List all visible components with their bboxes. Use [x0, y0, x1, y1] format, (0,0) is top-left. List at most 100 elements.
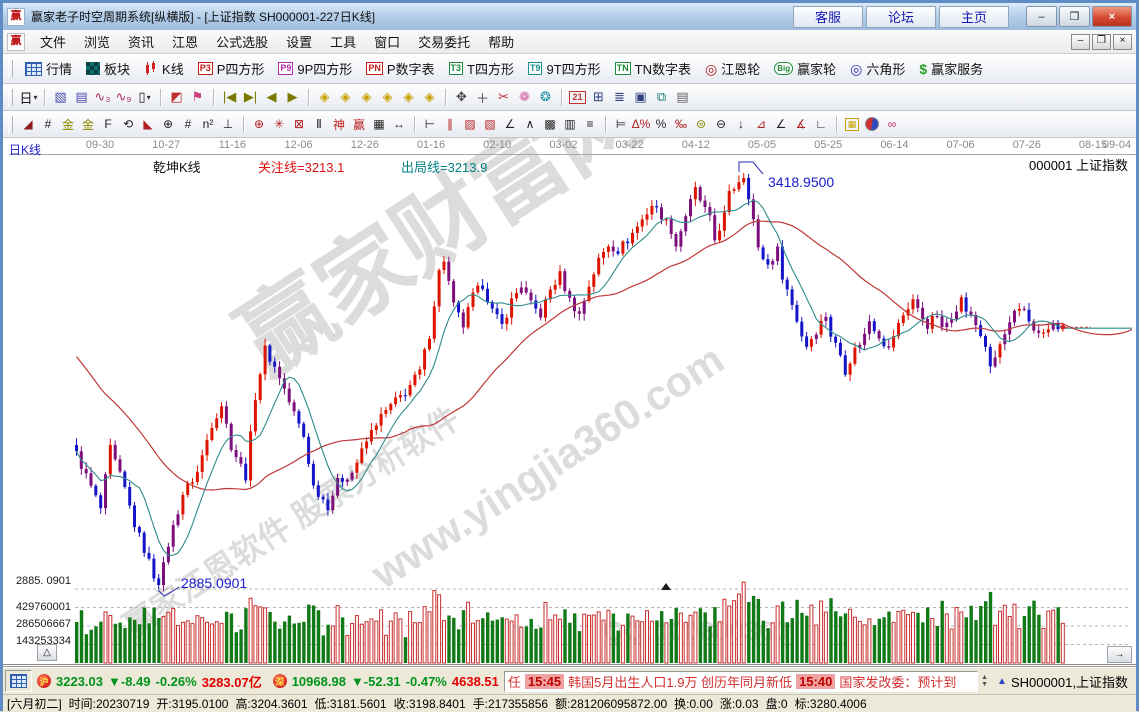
toolbar-item-T四方形[interactable]: T3 T四方形 — [442, 59, 521, 78]
menu-item-9[interactable]: 帮助 — [479, 30, 523, 53]
toolbar-item-TN数字表[interactable]: TN TN数字表 — [608, 59, 698, 78]
gold-circle-icon[interactable]: ⊜ — [691, 114, 711, 134]
time-circle-icon[interactable]: ⊕ — [158, 114, 178, 134]
gann-box-h-icon[interactable]: ◈ — [356, 87, 377, 107]
menu-item-7[interactable]: 窗口 — [365, 30, 409, 53]
mirror-line-icon[interactable]: ⊥ — [218, 114, 238, 134]
cycle-tool-icon[interactable]: ❂ — [535, 87, 556, 107]
menu-item-4[interactable]: 公式选股 — [207, 30, 277, 53]
draw-pen-icon[interactable]: ◢ — [18, 114, 38, 134]
dense-grid-icon[interactable]: ▩ — [540, 114, 560, 134]
notepad-tool-icon[interactable]: ≣ — [609, 87, 630, 107]
angle-pen-icon[interactable]: ◣ — [138, 114, 158, 134]
rays-icon[interactable]: ≡ — [580, 114, 600, 134]
zoom-window-icon[interactable]: ▧ — [50, 87, 71, 107]
calendar-tool-icon[interactable]: 21 — [567, 87, 588, 107]
mdi-close-button[interactable]: × — [1113, 33, 1132, 50]
titlebar-link-2[interactable]: 主页 — [939, 5, 1009, 28]
restore-button[interactable]: ❐ — [1059, 6, 1090, 27]
kline-svg[interactable] — [3, 138, 1136, 666]
crosshair-tool-icon[interactable]: ＋ — [472, 87, 493, 107]
candle-style-icon[interactable]: ▯ ▾ — [134, 87, 155, 107]
gann-box-all-icon[interactable]: ◈ — [419, 87, 440, 107]
zigzag-icon[interactable]: ∧ — [520, 114, 540, 134]
toolbar-item-赢家轮[interactable]: Big 赢家轮 — [767, 59, 843, 78]
page-prev-icon[interactable]: ◀ — [261, 87, 282, 107]
toolbar-item-六角形[interactable]: ◎ 六角形 — [843, 59, 912, 78]
menu-item-6[interactable]: 工具 — [321, 30, 365, 53]
mdi-restore-button[interactable]: ❐ — [1092, 33, 1111, 50]
tri-angle-icon[interactable]: ⊿ — [751, 114, 771, 134]
menu-item-1[interactable]: 浏览 — [75, 30, 119, 53]
fan-lines-red-icon[interactable]: ∥ — [440, 114, 460, 134]
gann-grid-icon[interactable]: # — [38, 114, 58, 134]
page-next-icon[interactable]: ▶ — [282, 87, 303, 107]
jump-first-icon[interactable]: |◀ — [219, 87, 240, 107]
square-n2-icon[interactable]: n² — [198, 114, 218, 134]
hand-tool-icon[interactable]: ✥ — [451, 87, 472, 107]
minimize-button[interactable]: – — [1026, 6, 1057, 27]
grid-yellow-icon[interactable]: ▦ — [842, 114, 862, 134]
calculator-tool-icon[interactable]: ⊞ — [588, 87, 609, 107]
price-grid-icon[interactable]: # — [178, 114, 198, 134]
shen-tool-icon[interactable]: 神 — [329, 114, 349, 134]
gann-box2-icon[interactable]: ⊠ — [289, 114, 309, 134]
gold-ratio-a-icon[interactable]: 金 — [58, 114, 78, 134]
infinity-icon[interactable]: ∞ — [882, 114, 902, 134]
angle-f-icon[interactable]: ∡ — [791, 114, 811, 134]
ying-tool-icon[interactable]: 赢 — [349, 114, 369, 134]
col-grid-icon[interactable]: ▥ — [560, 114, 580, 134]
minus-circle-icon[interactable]: ⊖ — [711, 114, 731, 134]
news-ticker[interactable]: 任 15:45 韩国5月出生人口1.9万 创历年同月新低 15:40 国家发改委：预计… — [503, 670, 979, 692]
angle-open-icon[interactable]: ∟ — [811, 114, 831, 134]
axis-tool-icon[interactable]: ⊢ — [420, 114, 440, 134]
color-flag-icon[interactable]: ⚑ — [187, 87, 208, 107]
brush-tool-icon[interactable]: ❁ — [514, 87, 535, 107]
percent-delta-icon[interactable]: Δ% — [631, 114, 651, 134]
slant-lines-icon[interactable]: ∠ — [500, 114, 520, 134]
erase-tool-icon[interactable]: ✂ — [493, 87, 514, 107]
levels-icon[interactable]: ⊨ — [611, 114, 631, 134]
gann-box-cross-icon[interactable]: ◈ — [398, 87, 419, 107]
titlebar-link-0[interactable]: 客服 — [793, 5, 863, 28]
wave-9-icon[interactable]: ∿₉ — [113, 87, 134, 107]
qiankun-kline-toggle-icon[interactable]: ◩ — [166, 87, 187, 107]
scroll-right-button[interactable]: → — [1107, 646, 1132, 663]
gann-star-icon[interactable]: ✳ — [269, 114, 289, 134]
shade-box-a-icon[interactable]: ▨ — [460, 114, 480, 134]
fibonacci-icon[interactable]: F — [98, 114, 118, 134]
triangle-tool-button[interactable]: △ — [37, 644, 57, 661]
ticker-scroll-spinner[interactable]: ▲ ▼ — [981, 674, 988, 688]
network-tool-icon[interactable]: ⧉ — [651, 87, 672, 107]
gann-target-icon[interactable]: ⊕ — [249, 114, 269, 134]
kline-period-day-icon[interactable]: 日 ▾ — [18, 87, 39, 107]
menu-item-3[interactable]: 江恩 — [163, 30, 207, 53]
menu-item-2[interactable]: 资讯 — [119, 30, 163, 53]
mdi-minimize-button[interactable]: – — [1071, 33, 1090, 50]
toolbar-item-K线[interactable]: K线 — [137, 59, 191, 78]
percent-icon[interactable]: % — [651, 114, 671, 134]
angle-j-icon[interactable]: ∠ — [771, 114, 791, 134]
menu-item-5[interactable]: 设置 — [277, 30, 321, 53]
close-button[interactable]: × — [1092, 6, 1132, 27]
spiral-icon[interactable]: ⟲ — [118, 114, 138, 134]
gold-ratio-b-icon[interactable]: 金 — [78, 114, 98, 134]
yinyang-icon[interactable] — [862, 114, 882, 134]
grid-123-icon[interactable]: ▦ — [369, 114, 389, 134]
kline-chart-area[interactable]: 赢家财富网 赢家江恩软件 股票分析软件 www.yingjia360.com Q… — [3, 138, 1136, 667]
wave-3-icon[interactable]: ∿₃ — [92, 87, 113, 107]
menu-item-0[interactable]: 文件 — [31, 30, 75, 53]
drop-line-icon[interactable]: ↓ — [731, 114, 751, 134]
print-tool-icon[interactable]: ▤ — [672, 87, 693, 107]
save-tool-icon[interactable]: ▣ — [630, 87, 651, 107]
toolbar-item-江恩轮[interactable]: ◎ 江恩轮 — [698, 59, 767, 78]
permille-icon[interactable]: ‰ — [671, 114, 691, 134]
toolbar-item-赢家服务[interactable]: $ 赢家服务 — [912, 59, 990, 78]
toolbar-item-9T四方形[interactable]: T9 9T四方形 — [521, 59, 608, 78]
quote-grid-button[interactable] — [5, 670, 32, 692]
gann-box-v-icon[interactable]: ◈ — [377, 87, 398, 107]
toolbar-item-板块[interactable]: 板块 — [79, 59, 137, 78]
gann-box-right-icon[interactable]: ◈ — [335, 87, 356, 107]
menu-item-8[interactable]: 交易委托 — [409, 30, 479, 53]
span-arrow-icon[interactable]: ↔ — [389, 114, 409, 134]
